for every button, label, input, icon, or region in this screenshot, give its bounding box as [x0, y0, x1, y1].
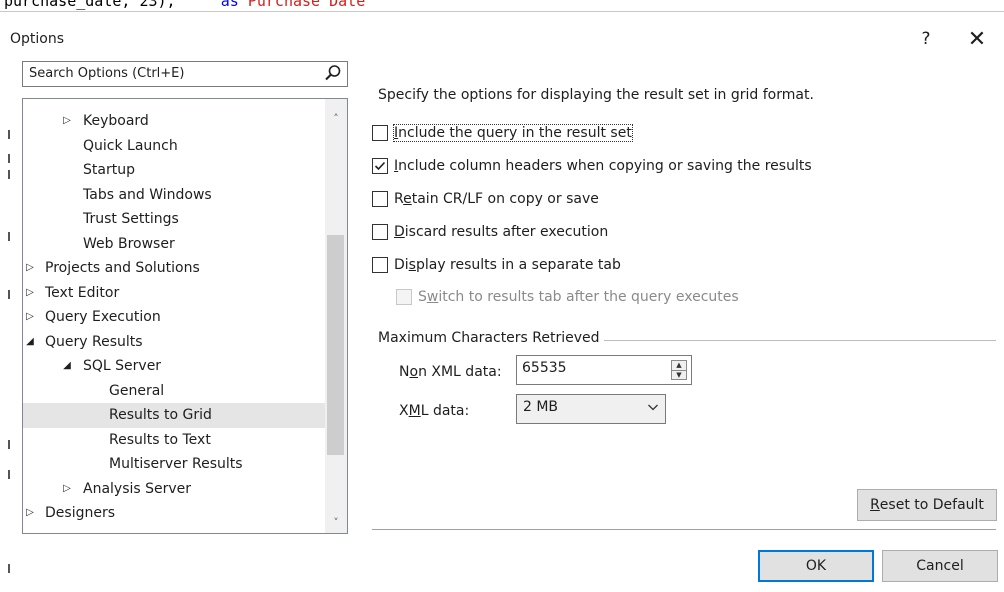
- scroll-down-arrow-icon[interactable]: ˅: [325, 513, 347, 533]
- search-options-input[interactable]: Search Options (Ctrl+E): [22, 61, 348, 87]
- tree-item-general[interactable]: General: [23, 379, 325, 404]
- checkbox-label: Display results in a separate tab: [394, 257, 621, 273]
- scrollbar-thumb[interactable]: [327, 235, 344, 455]
- spin-down-icon[interactable]: ▼: [672, 371, 686, 380]
- footer-divider: [372, 529, 996, 530]
- xml-data-value: 2 MB: [523, 399, 559, 415]
- search-placeholder: Search Options (Ctrl+E): [29, 66, 185, 81]
- separate-tab-checkbox[interactable]: Display results in a separate tab: [372, 255, 621, 275]
- tree-item-query-execution[interactable]: ▷ Query Execution: [23, 305, 325, 330]
- tree-item-sql-server[interactable]: ◢ SQL Server: [23, 354, 325, 379]
- discard-results-checkbox[interactable]: Discard results after execution: [372, 222, 608, 242]
- tree-item-label: Text Editor: [45, 284, 120, 301]
- checkbox-label: Retain CR/LF on copy or save: [394, 191, 599, 207]
- scroll-up-arrow-icon[interactable]: ˄: [325, 109, 347, 129]
- include-query-checkbox[interactable]: Include the query in the result set: [372, 123, 633, 143]
- dialog-title: Options: [10, 31, 65, 47]
- tree-item-web-browser[interactable]: Web Browser: [23, 232, 325, 257]
- ok-button[interactable]: OK: [758, 550, 874, 582]
- options-tree[interactable]: ▷ Keyboard Quick Launch Startup Tabs and…: [22, 98, 348, 534]
- tree-item-label: General: [109, 382, 165, 399]
- tree-item-label: Quick Launch: [83, 137, 178, 154]
- tree-item-label: Tabs and Windows: [83, 186, 212, 203]
- tree-item-label: Analysis Server: [83, 480, 192, 497]
- expanded-arrow-icon[interactable]: ◢: [24, 330, 36, 354]
- collapsed-arrow-icon[interactable]: ▷: [24, 305, 36, 329]
- retain-crlf-checkbox[interactable]: Retain CR/LF on copy or save: [372, 189, 599, 209]
- tree-item-analysis-server[interactable]: ▷ Analysis Server: [23, 477, 325, 502]
- chevron-down-icon[interactable]: [647, 401, 659, 413]
- tree-item-label: Startup: [83, 162, 135, 178]
- checkbox-label: Switch to results tab after the query ex…: [418, 289, 739, 305]
- reset-to-default-button[interactable]: Reset to Default: [857, 489, 997, 521]
- xml-data-select[interactable]: 2 MB: [516, 394, 666, 424]
- tree-item-label: Keyboard: [83, 113, 149, 129]
- tree-item-label: Trust Settings: [83, 211, 179, 227]
- tree-item-results-to-text[interactable]: Results to Text: [23, 428, 325, 453]
- tree-scrollbar[interactable]: ˄ ˅: [325, 99, 347, 533]
- code-fragment: purchase_date, 23),: [4, 0, 176, 10]
- checkbox-box[interactable]: [372, 158, 388, 174]
- cancel-button[interactable]: Cancel: [882, 550, 998, 582]
- non-xml-data-value[interactable]: 65535: [522, 360, 567, 376]
- tree-item-quick-launch[interactable]: Quick Launch: [23, 134, 325, 159]
- checkbox-label: Discard results after execution: [394, 224, 609, 240]
- tree-item-results-to-grid[interactable]: Results to Grid: [23, 403, 325, 428]
- collapsed-arrow-icon[interactable]: ▷: [24, 256, 36, 280]
- collapsed-arrow-icon[interactable]: ▷: [24, 501, 36, 525]
- tree-item-tabs-and-windows[interactable]: Tabs and Windows: [23, 183, 325, 208]
- tree-item-query-results[interactable]: ◢ Query Results: [23, 330, 325, 355]
- non-xml-data-label: Non XML data:: [399, 364, 502, 380]
- help-button[interactable]: ?: [904, 22, 948, 56]
- collapsed-arrow-icon[interactable]: ▷: [61, 477, 73, 501]
- xml-data-label: XML data:: [399, 403, 470, 419]
- tree-item-keyboard[interactable]: ▷ Keyboard: [23, 109, 325, 134]
- checkbox-box[interactable]: [372, 125, 388, 141]
- tree-item-label: Web Browser: [83, 235, 175, 252]
- collapsed-arrow-icon[interactable]: ▷: [24, 281, 36, 305]
- tree-item-projects-and-solutions[interactable]: ▷ Projects and Solutions: [23, 256, 325, 281]
- checkbox-box[interactable]: [372, 191, 388, 207]
- spin-buttons[interactable]: ▲ ▼: [671, 360, 687, 380]
- code-keyword: as: [220, 0, 239, 10]
- tree-item-startup[interactable]: Startup: [23, 158, 325, 183]
- expanded-arrow-icon[interactable]: ◢: [61, 354, 73, 378]
- include-column-headers-checkbox[interactable]: Include column headers when copying or s…: [372, 156, 812, 176]
- checkbox-box[interactable]: [372, 257, 388, 273]
- tree-item-text-editor[interactable]: ▷ Text Editor: [23, 281, 325, 306]
- checkbox-label: Include column headers when copying or s…: [394, 158, 812, 174]
- tree-item-label: Results to Text: [109, 431, 211, 448]
- close-button[interactable]: ✕: [955, 22, 999, 56]
- search-icon[interactable]: [324, 64, 342, 82]
- tree-item-multiserver-results[interactable]: Multiserver Results: [23, 452, 325, 477]
- tree-item-label: Designers: [45, 505, 115, 521]
- tree-item-label: Results to Grid: [109, 407, 212, 423]
- tree-item-label: Projects and Solutions: [45, 260, 200, 276]
- code-string: Purchase Date: [247, 0, 366, 10]
- tree-item-label: Query Results: [45, 333, 143, 350]
- tree-item-designers[interactable]: ▷ Designers: [23, 501, 325, 526]
- group-title: Maximum Characters Retrieved: [378, 330, 606, 346]
- checkbox-box[interactable]: [372, 224, 388, 240]
- non-xml-data-stepper[interactable]: 65535 ▲ ▼: [516, 355, 692, 385]
- tree-item-label: Query Execution: [45, 309, 161, 325]
- group-divider: [604, 340, 996, 341]
- switch-to-results-tab-checkbox: Switch to results tab after the query ex…: [396, 287, 739, 307]
- checkbox-box: [396, 289, 412, 305]
- checkbox-label: Include the query in the result set: [393, 124, 633, 142]
- page-description: Specify the options for displaying the r…: [378, 87, 814, 103]
- spin-up-icon[interactable]: ▲: [672, 361, 686, 370]
- collapsed-arrow-icon[interactable]: ▷: [61, 109, 73, 133]
- checkmark-icon: [374, 161, 386, 171]
- tree-item-label: SQL Server: [83, 358, 162, 374]
- tree-item-label: Multiserver Results: [109, 456, 243, 472]
- tree-item-trust-settings[interactable]: Trust Settings: [23, 207, 325, 232]
